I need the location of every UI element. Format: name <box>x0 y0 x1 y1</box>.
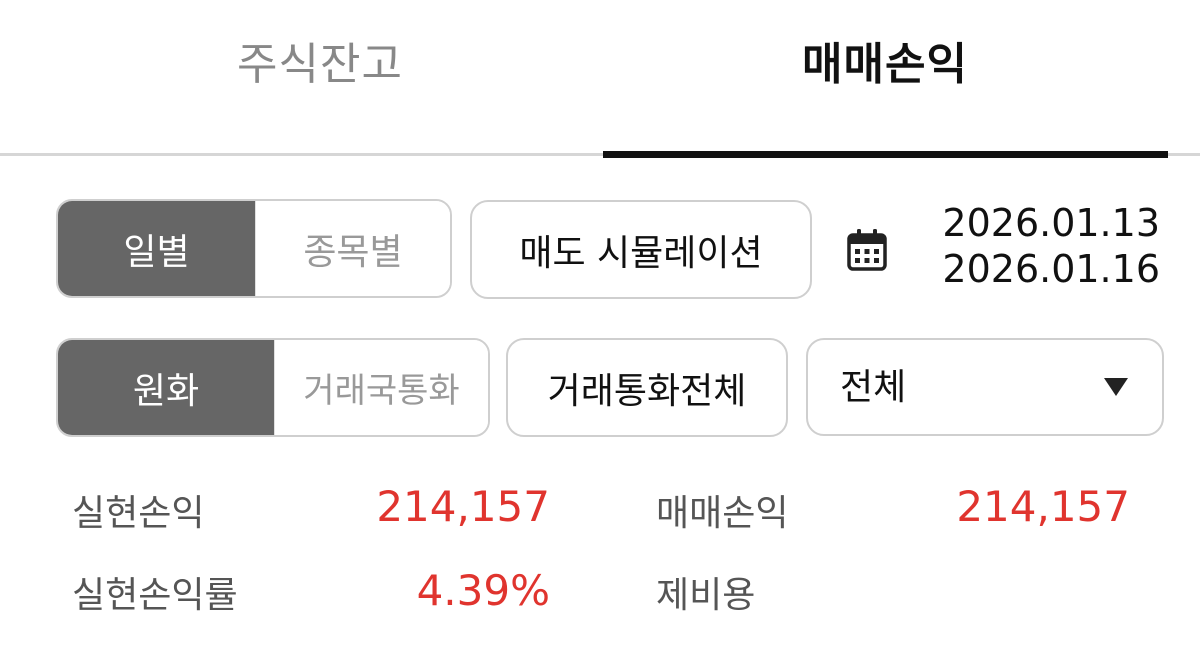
currency-option-trade-country[interactable]: 거래국통화 <box>274 340 488 435</box>
market-select[interactable]: 전체 <box>806 338 1164 436</box>
period-option-daily[interactable]: 일별 <box>58 201 255 296</box>
currency-toggle: 원화 거래국통화 <box>56 338 490 437</box>
tab-trade-profit-loss[interactable]: 매매손익 <box>705 30 1065 100</box>
caret-down-icon <box>1104 378 1128 396</box>
sell-simulation-button[interactable]: 매도 시뮬레이션 <box>470 200 812 299</box>
tab-stock-balance[interactable]: 주식잔고 <box>140 30 500 100</box>
trade-pl-value: 214,157 <box>956 482 1130 531</box>
tab-bar: 주식잔고 매매손익 <box>0 0 1200 160</box>
all-trade-currency-button[interactable]: 거래통화전체 <box>506 338 788 437</box>
tab-active-indicator <box>603 151 1168 158</box>
date-end: 2026.01.16 <box>942 247 1160 291</box>
fees-label: 제비용 <box>656 575 756 616</box>
realized-rate-label: 실현손익률 <box>72 575 238 616</box>
currency-option-krw[interactable]: 원화 <box>58 340 274 435</box>
trade-pl-label: 매매손익 <box>656 493 789 534</box>
realized-pl-label: 실현손익 <box>72 493 205 534</box>
date-range[interactable]: 2026.01.13 2026.01.16 <box>910 200 1160 292</box>
period-toggle: 일별 종목별 <box>56 199 452 298</box>
date-start: 2026.01.13 <box>942 201 1160 245</box>
realized-pl-value: 214,157 <box>376 482 550 531</box>
period-option-by-stock[interactable]: 종목별 <box>255 201 450 296</box>
realized-rate-value: 4.39% <box>416 566 550 615</box>
calendar-icon[interactable] <box>846 228 888 272</box>
market-select-value: 전체 <box>840 367 907 408</box>
